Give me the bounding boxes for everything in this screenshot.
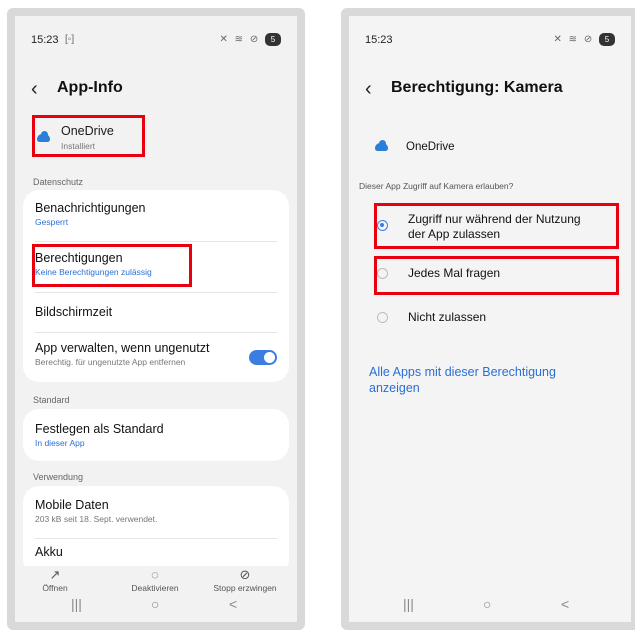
app-name: OneDrive [406, 141, 455, 153]
show-all-apps-link[interactable]: Alle Apps mit dieser Berechtigung anzeig… [369, 364, 609, 396]
home-button[interactable]: ○ [151, 596, 159, 612]
status-icons: ✕ ≋ ⊘ 5 [554, 33, 615, 46]
app-bar: ‹ App-Info [31, 78, 281, 102]
status-glyphs: ✕ ≋ ⊘ [219, 34, 261, 46]
app-bar: ‹ Berechtigung: Kamera [365, 78, 615, 102]
status-time: 15:23 [31, 34, 59, 46]
divider [35, 538, 277, 539]
app-identity: OneDrive [375, 139, 455, 153]
default-sub: In dieser App [35, 438, 85, 448]
mobile-data-row[interactable]: Mobile Daten 203 kB seit 18. Sept. verwe… [35, 497, 277, 525]
highlight-permissions [32, 244, 192, 287]
manage-unused-row[interactable]: App verwalten, wenn ungenutzt Berechtig.… [35, 340, 277, 368]
section-datenschutz: Datenschutz [33, 177, 84, 187]
force-stop-icon: ⊘ [239, 567, 251, 582]
manage-unused-toggle[interactable] [249, 350, 277, 365]
notifications-row[interactable]: Benachrichtigungen Gesperrt [35, 200, 277, 228]
notifications-sub: Gesperrt [35, 217, 69, 227]
navigation-bar: ||| ○ < [349, 592, 631, 622]
recents-button[interactable]: ||| [71, 596, 82, 612]
recents-button[interactable]: ||| [403, 596, 414, 612]
default-row[interactable]: Festlegen als Standard In dieser App [35, 421, 277, 449]
highlight-ask-every-time [374, 256, 619, 295]
battery-icon: 5 [599, 33, 615, 46]
back-icon[interactable]: ‹ [365, 78, 372, 100]
page-title: App-Info [57, 79, 123, 96]
app-info-screen: 15:23 [◦] ✕ ≋ ⊘ 5 ‹ App-Info OneDrive In… [7, 8, 305, 630]
option-deny-label: Nicht zulassen [408, 310, 487, 324]
battery-title: Akku [35, 545, 63, 559]
radio-deny[interactable] [377, 312, 388, 323]
status-bar: 15:23 ✕ ≋ ⊘ 5 [365, 33, 615, 50]
divider [35, 332, 277, 333]
manage-unused-sub: Berechtig. für ungenutzte App entfernen [35, 357, 186, 367]
screenshot-icon: [◦] [65, 34, 75, 45]
section-standard: Standard [33, 395, 70, 405]
disable-button[interactable]: ◌ Deaktivieren [110, 566, 200, 593]
mobile-data-title: Mobile Daten [35, 498, 109, 512]
disable-icon: ◌ [151, 567, 159, 582]
default-title: Festlegen als Standard [35, 422, 164, 436]
screen-time-title: Bildschirmzeit [35, 305, 113, 319]
back-nav-button[interactable]: < [561, 596, 569, 612]
camera-permission-screen: 15:23 ✕ ≋ ⊘ 5 ‹ Berechtigung: Kamera One… [341, 8, 635, 630]
usage-card: Mobile Daten 203 kB seit 18. Sept. verwe… [23, 486, 289, 576]
divider [35, 241, 277, 242]
screen-time-row[interactable]: Bildschirmzeit [35, 304, 277, 320]
status-time: 15:23 [365, 34, 393, 46]
mobile-data-sub: 203 kB seit 18. Sept. verwendet. [35, 514, 158, 524]
status-bar: 15:23 [◦] ✕ ≋ ⊘ 5 [31, 33, 281, 50]
back-icon[interactable]: ‹ [31, 78, 38, 100]
section-verwendung: Verwendung [33, 472, 84, 482]
default-card: Festlegen als Standard In dieser App [23, 409, 289, 461]
home-button[interactable]: ○ [483, 596, 491, 612]
battery-icon: 5 [265, 33, 281, 46]
battery-row[interactable]: Akku [35, 544, 277, 560]
highlight-while-using [374, 203, 619, 249]
onedrive-icon [375, 139, 388, 151]
status-icons: ✕ ≋ ⊘ 5 [220, 33, 281, 46]
open-external-icon: ↗ [49, 567, 61, 582]
notifications-title: Benachrichtigungen [35, 201, 146, 215]
open-button[interactable]: ↗ Öffnen [15, 566, 100, 593]
option-deny[interactable]: Nicht zulassen [365, 308, 619, 330]
page-title: Berechtigung: Kamera [391, 79, 563, 96]
status-glyphs: ✕ ≋ ⊘ [553, 34, 595, 46]
navigation-bar: ||| ○ < [15, 592, 297, 622]
divider [35, 292, 277, 293]
force-stop-button[interactable]: ⊘ Stopp erzwingen [200, 566, 290, 593]
permission-question: Dieser App Zugriff auf Kamera erlauben? [359, 181, 514, 191]
manage-unused-title: App verwalten, wenn ungenutzt [35, 341, 210, 355]
highlight-app-name [32, 115, 145, 157]
back-nav-button[interactable]: < [229, 596, 237, 612]
